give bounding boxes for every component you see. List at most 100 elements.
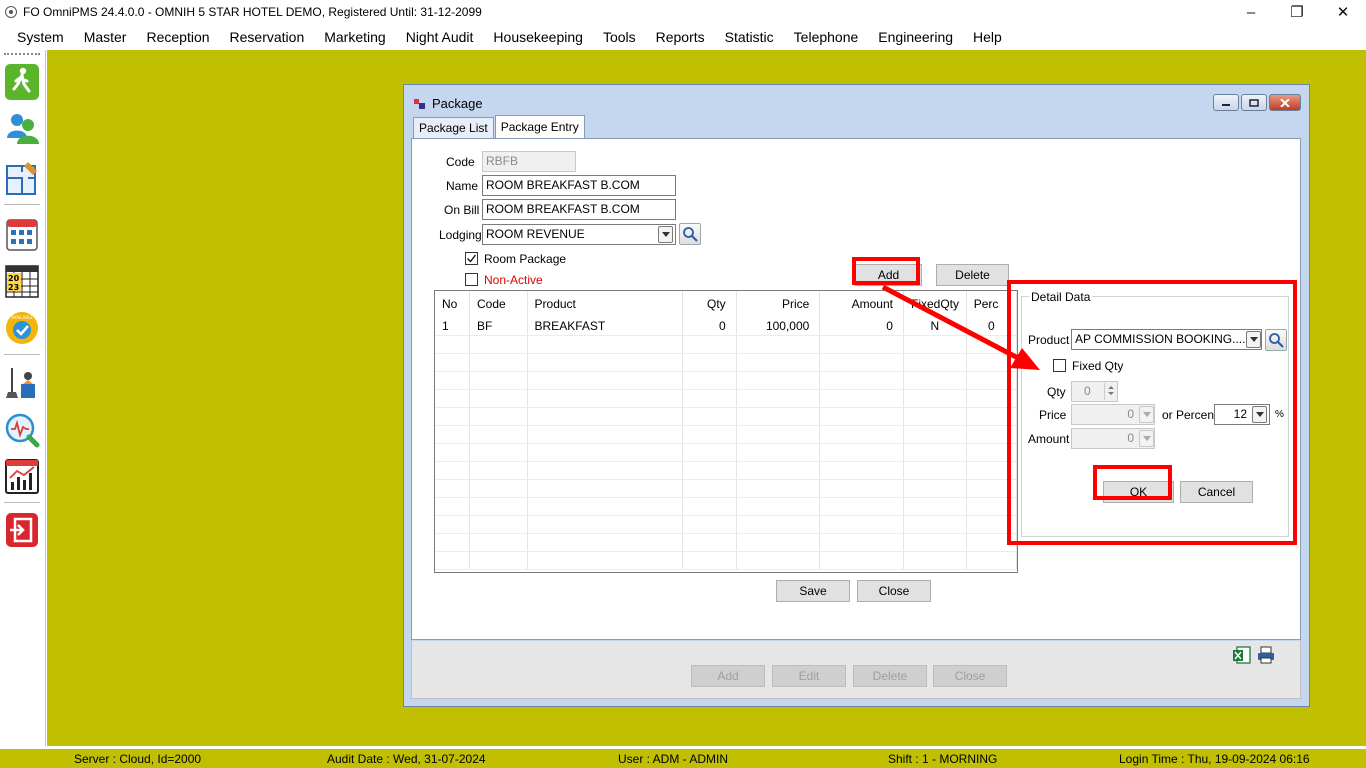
svg-text:20: 20 <box>8 274 20 283</box>
table-row[interactable]: 1 BF BREAKFAST 0 100,000 0 N 0 <box>435 317 1017 336</box>
exit-icon <box>6 513 38 547</box>
table-row <box>435 407 1017 426</box>
cell-product: BREAKFAST <box>527 317 684 336</box>
col-code[interactable]: Code <box>469 291 528 317</box>
list-close-button[interactable]: Close <box>933 665 1007 687</box>
col-product[interactable]: Product <box>527 291 684 317</box>
lodging-dropdown-button[interactable] <box>658 226 673 243</box>
status-shift: Shift : 1 - MORNING <box>888 752 998 766</box>
close-form-button[interactable]: Close <box>857 580 931 602</box>
col-amount[interactable]: Amount <box>819 291 904 317</box>
table-row <box>435 515 1017 534</box>
package-maximize-button[interactable] <box>1241 94 1267 111</box>
col-perc[interactable]: Perc <box>966 291 1017 317</box>
status-login-time: Login Time : Thu, 19-09-2024 06:16 <box>1119 752 1310 766</box>
table-row <box>435 461 1017 480</box>
calendar-2023-icon: 20 23 <box>5 265 39 298</box>
walk-in-button[interactable] <box>4 62 40 102</box>
toolbar-grip <box>4 53 40 55</box>
code-label: Code <box>446 155 475 169</box>
detail-cancel-button[interactable]: Cancel <box>1180 481 1253 503</box>
floor-plan-button[interactable] <box>4 158 40 198</box>
table-row <box>435 389 1017 408</box>
tab-package-list[interactable]: Package List <box>413 117 494 138</box>
tab-package-entry[interactable]: Package Entry <box>494 115 585 138</box>
detail-product-search-button[interactable] <box>1265 329 1287 351</box>
statistics-button[interactable] <box>4 456 40 496</box>
cell-code: BF <box>469 317 528 336</box>
non-active-checkbox[interactable] <box>465 273 478 286</box>
menu-housekeeping[interactable]: Housekeeping <box>483 25 593 49</box>
menu-night-audit[interactable]: Night Audit <box>396 25 484 49</box>
col-fixed-qty[interactable]: FixedQty <box>903 291 967 317</box>
menu-tools[interactable]: Tools <box>593 25 646 49</box>
amount-dropdown-button[interactable] <box>1139 430 1154 447</box>
menu-reservation[interactable]: Reservation <box>220 25 315 49</box>
calendar-2023-button[interactable]: 20 23 <box>4 260 40 300</box>
menu-telephone[interactable]: Telephone <box>784 25 869 49</box>
fixed-qty-label: Fixed Qty <box>1072 359 1124 373</box>
detail-product-select[interactable]: AP COMMISSION BOOKING.... <box>1071 329 1262 350</box>
list-actions-area: Add Edit Delete Close <box>411 641 1301 699</box>
col-price[interactable]: Price <box>736 291 821 317</box>
menu-help[interactable]: Help <box>963 25 1012 49</box>
delete-detail-button[interactable]: Delete <box>936 264 1009 286</box>
availability-button[interactable]: AVAILABLE <box>4 308 40 348</box>
menu-master[interactable]: Master <box>74 25 137 49</box>
list-delete-button[interactable]: Delete <box>853 665 927 687</box>
app-title: FO OmniPMS 24.4.0.0 - OMNIH 5 STAR HOTEL… <box>23 5 482 19</box>
fixed-qty-checkbox[interactable] <box>1053 359 1066 372</box>
price-dropdown-button[interactable] <box>1139 406 1154 423</box>
minimize-button[interactable]: – <box>1228 0 1274 24</box>
package-close-button[interactable] <box>1269 94 1301 111</box>
cell-amount: 0 <box>819 317 904 336</box>
save-button[interactable]: Save <box>776 580 850 602</box>
qty-spin-buttons[interactable] <box>1104 383 1116 400</box>
svg-text:23: 23 <box>8 283 19 292</box>
on-bill-field[interactable]: ROOM BREAKFAST B.COM <box>482 199 676 220</box>
close-button[interactable]: ✕ <box>1320 0 1366 24</box>
menu-reception[interactable]: Reception <box>136 25 219 49</box>
col-no[interactable]: No <box>435 291 470 317</box>
printer-icon <box>1258 646 1274 664</box>
table-row <box>435 443 1017 462</box>
chevron-down-icon <box>1255 412 1264 417</box>
calendar-grid-button[interactable] <box>4 214 40 254</box>
menu-system[interactable]: System <box>7 25 74 49</box>
package-minimize-button[interactable] <box>1213 94 1239 111</box>
status-server: Server : Cloud, Id=2000 <box>74 752 202 766</box>
housekeeping-icon <box>6 368 35 398</box>
availability-badge-icon: AVAILABLE <box>6 312 38 344</box>
name-field[interactable]: ROOM BREAKFAST B.COM <box>482 175 676 196</box>
lodging-search-button[interactable] <box>679 223 701 245</box>
add-detail-button[interactable]: Add <box>855 264 922 286</box>
chevron-down-icon <box>1249 337 1258 342</box>
housekeeping-button[interactable] <box>4 362 40 402</box>
app-logo-icon <box>5 6 17 18</box>
col-qty[interactable]: Qty <box>682 291 737 317</box>
lodging-select[interactable]: ROOM REVENUE <box>482 224 676 245</box>
menu-statistic[interactable]: Statistic <box>715 25 784 49</box>
menu-engineering[interactable]: Engineering <box>868 25 963 49</box>
table-row <box>435 551 1017 570</box>
package-tabs: Package List Package Entry <box>413 115 586 138</box>
code-field[interactable]: RBFB <box>482 151 576 172</box>
menu-marketing[interactable]: Marketing <box>314 25 395 49</box>
print-button[interactable] <box>1256 645 1276 665</box>
room-package-checkbox[interactable] <box>465 252 478 265</box>
detail-product-dropdown-button[interactable] <box>1246 331 1261 348</box>
list-add-button[interactable]: Add <box>691 665 765 687</box>
or-percent-label: or Percent <box>1162 408 1218 422</box>
exit-button[interactable] <box>4 510 40 550</box>
menu-reports[interactable]: Reports <box>646 25 715 49</box>
list-edit-button[interactable]: Edit <box>772 665 846 687</box>
export-excel-button[interactable] <box>1232 645 1252 665</box>
package-detail-grid: No Code Product Qty Price Amount FixedQt… <box>434 290 1018 573</box>
percent-dropdown-button[interactable] <box>1252 406 1267 423</box>
analysis-button[interactable] <box>4 410 40 450</box>
package-entry-panel: Code RBFB Name ROOM BREAKFAST B.COM On B… <box>411 138 1301 640</box>
detail-ok-button[interactable]: OK <box>1103 481 1174 503</box>
table-row <box>435 533 1017 552</box>
restore-button[interactable]: ❐ <box>1274 0 1320 24</box>
guests-button[interactable] <box>4 108 40 148</box>
